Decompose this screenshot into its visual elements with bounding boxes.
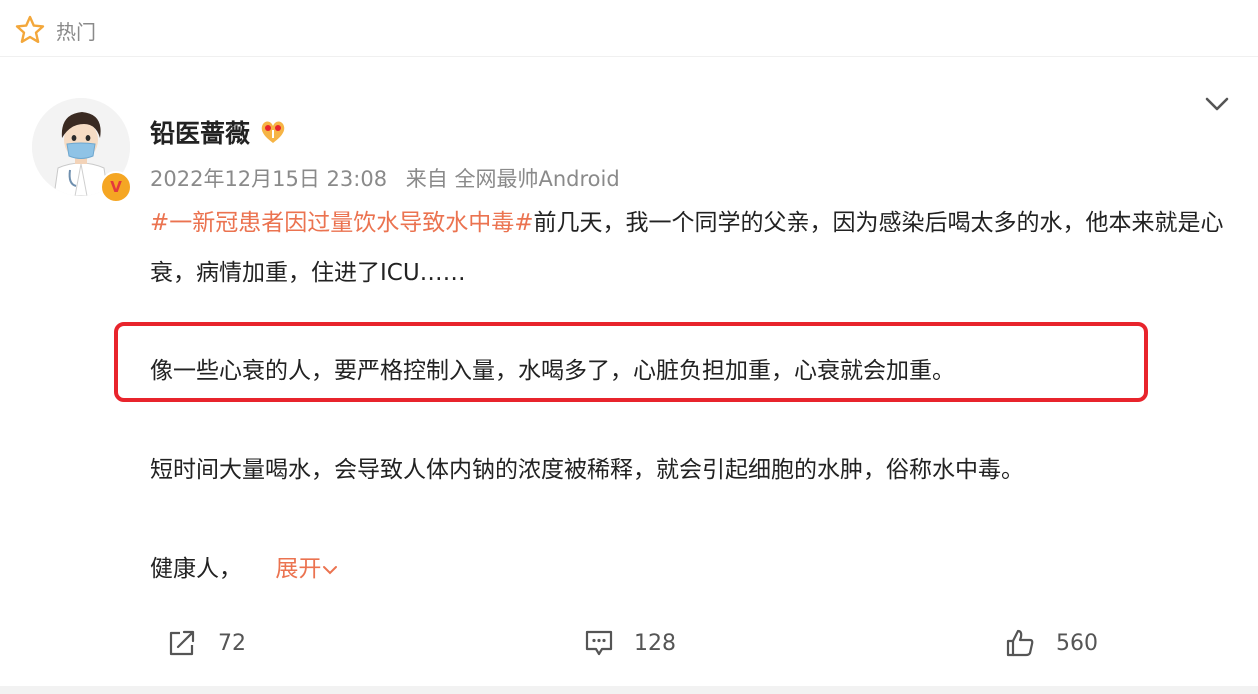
repost-count: 72 <box>218 630 246 656</box>
post-meta: 2022年12月15日 23:08 来自 全网最帅Android <box>150 163 632 193</box>
action-bar: 72 128 560 <box>0 620 1258 670</box>
comment-icon <box>585 630 613 656</box>
paragraph-4-text: 健康人， <box>150 556 242 582</box>
post-source: 来自 全网最帅Android <box>405 167 620 191</box>
divider <box>0 56 1258 57</box>
author-name-row: 铅医蔷薇 <box>150 114 288 150</box>
post-timestamp[interactable]: 2022年12月15日 23:08 <box>150 167 387 191</box>
hashtag-link[interactable]: #一新冠患者因过量饮水导致水中毒# <box>150 210 534 236</box>
post-paragraph-4: 健康人， 展开 <box>150 544 1230 594</box>
paragraph-3-text: 短时间大量喝水，会导致人体内钠的浓度被稀释，就会引起细胞的水肿，俗称水中毒。 <box>150 457 1024 483</box>
author-name[interactable]: 铅医蔷薇 <box>150 114 250 150</box>
like-count: 560 <box>1056 630 1098 656</box>
post-paragraph-1: #一新冠患者因过量饮水导致水中毒#前几天，我一个同学的父亲，因为感染后喝太多的水… <box>150 198 1230 298</box>
verified-badge: V <box>100 171 132 203</box>
chevron-down-icon[interactable] <box>1202 92 1232 116</box>
hot-label: 热门 <box>56 19 96 44</box>
verified-badge-letter: V <box>110 178 122 196</box>
post-paragraph-2: 像一些心衰的人，要严格控制入量，水喝多了，心脏负担加重，心衰就会加重。 <box>150 346 1230 396</box>
star-outline-icon <box>15 15 45 43</box>
like-button[interactable]: 560 <box>1004 620 1098 666</box>
comment-button[interactable]: 128 <box>584 620 676 666</box>
expand-link[interactable]: 展开 <box>275 556 339 582</box>
level-icon <box>261 121 285 143</box>
repost-icon <box>169 630 195 656</box>
hot-section-header: 热门 <box>14 12 96 48</box>
post-paragraph-3: 短时间大量喝水，会导致人体内钠的浓度被稀释，就会引起细胞的水肿，俗称水中毒。 <box>150 445 1230 495</box>
post-card: 热门 V 铅医蔷薇 2022年12月15日 23:08 来自 全网最帅Andro… <box>0 0 1258 686</box>
paragraph-2-text: 像一些心衰的人，要严格控制入量，水喝多了，心脏负担加重，心衰就会加重。 <box>150 358 955 384</box>
avatar-container[interactable]: V <box>32 98 132 203</box>
comment-count: 128 <box>634 630 676 656</box>
expand-chevron-icon <box>323 565 338 574</box>
repost-button[interactable]: 72 <box>166 620 246 666</box>
like-icon <box>1006 629 1034 657</box>
expand-label: 展开 <box>275 556 322 582</box>
